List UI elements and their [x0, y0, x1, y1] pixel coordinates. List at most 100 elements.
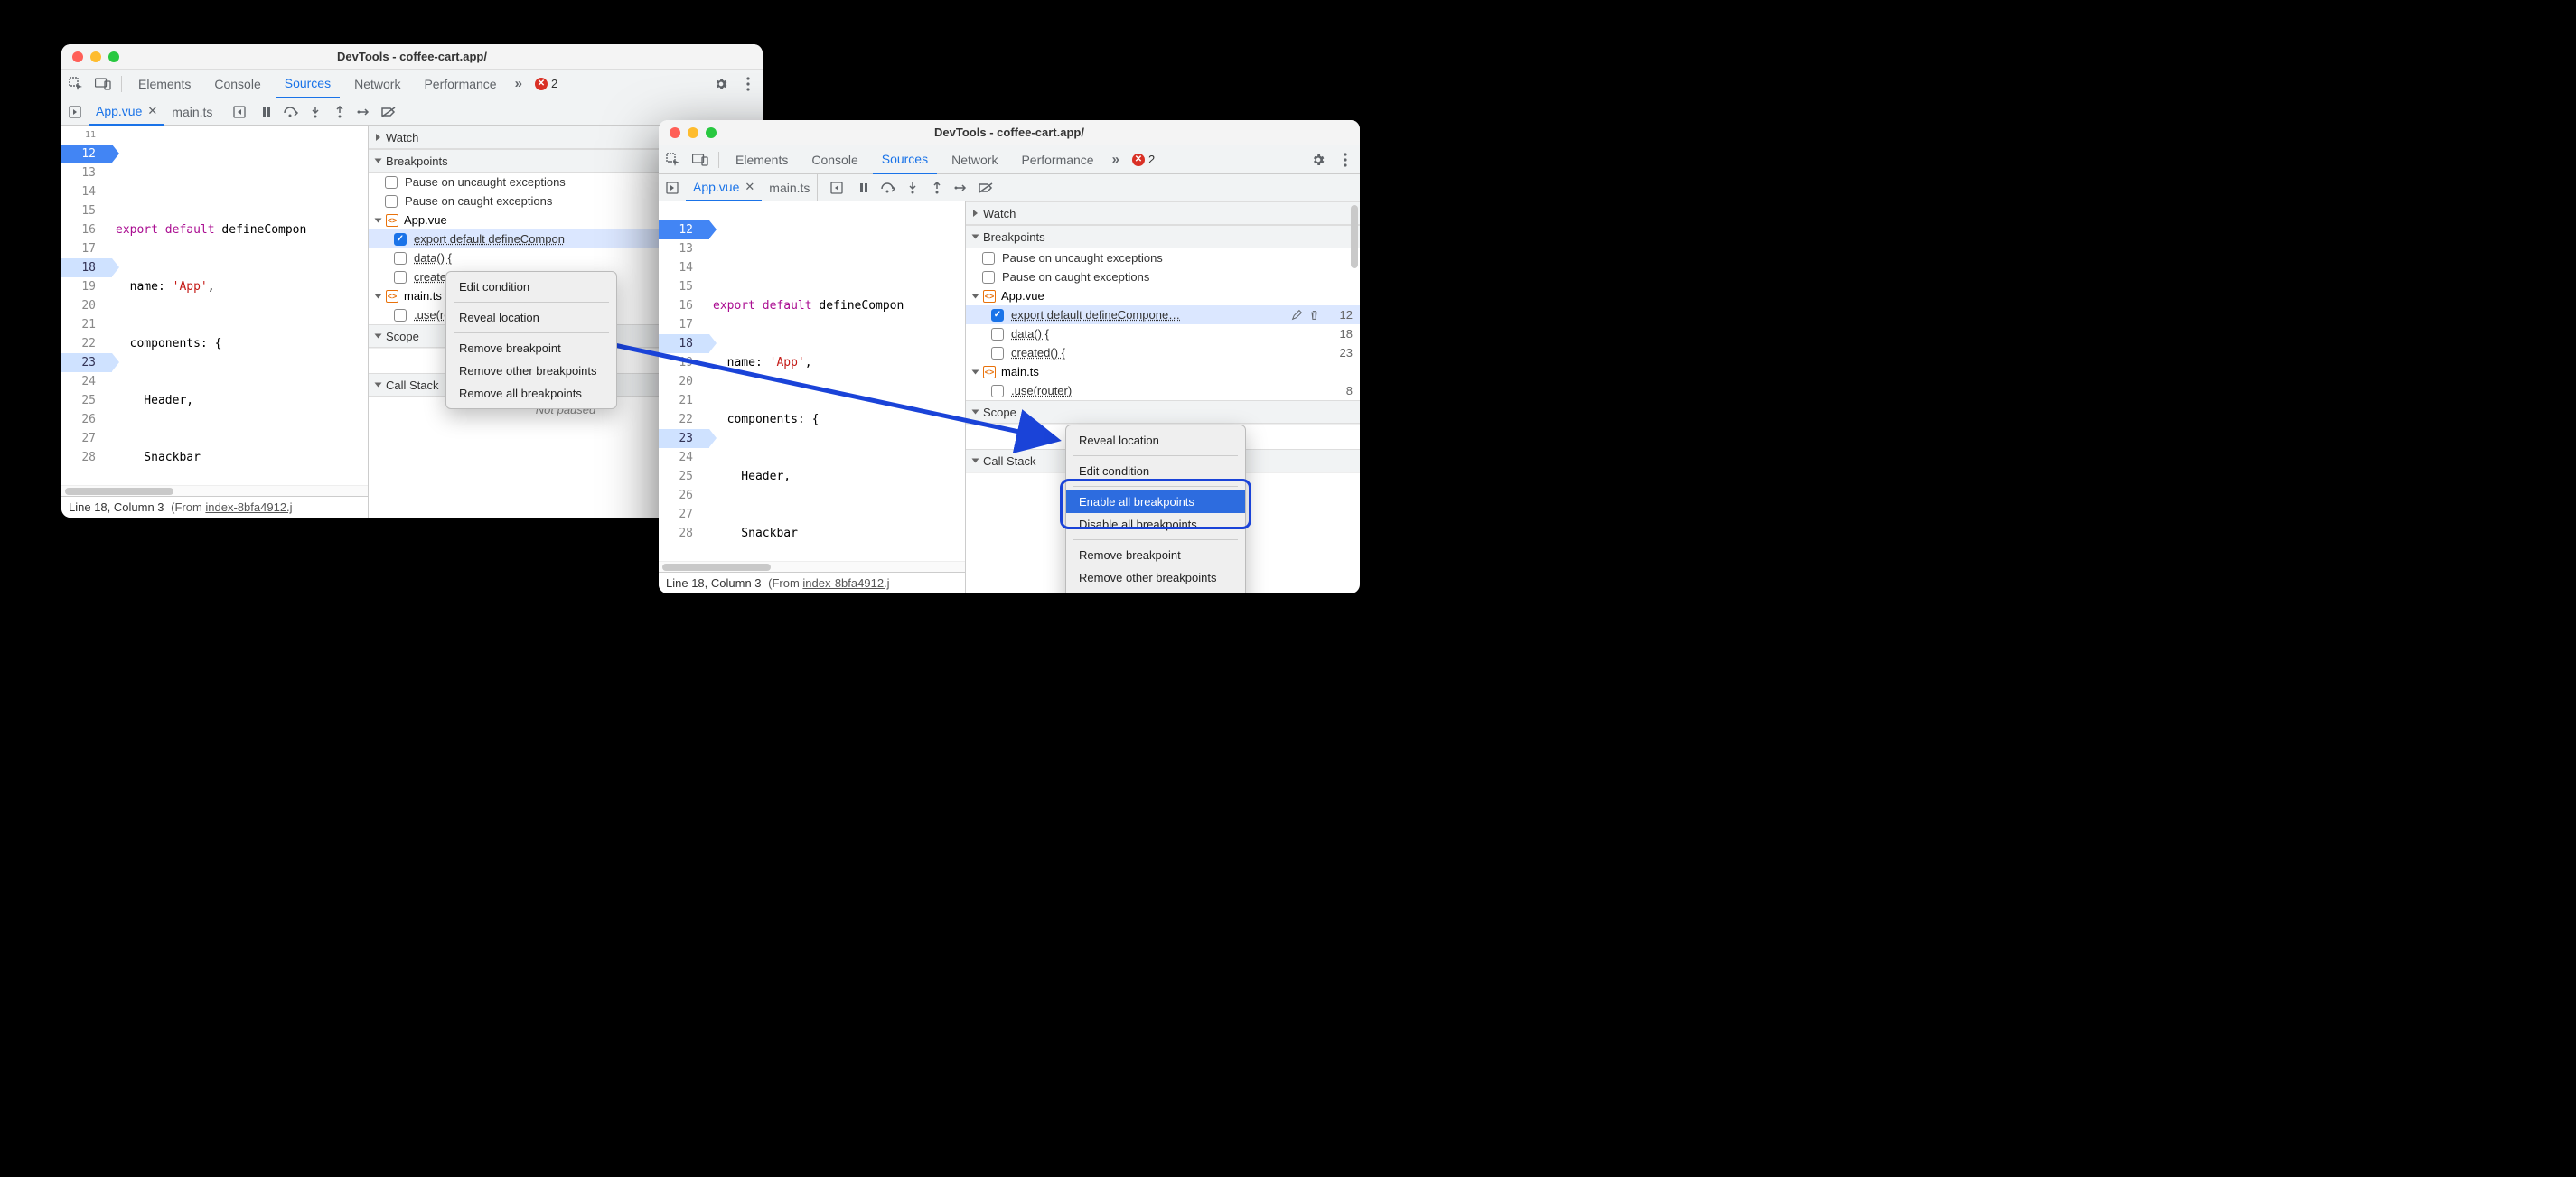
code-editor[interactable]: export default defineCompon name: 'App',… — [709, 201, 965, 561]
show-debugger-icon[interactable] — [827, 178, 847, 198]
line-gutter[interactable]: 11 12 13 14 15 16 17 18 19 20 21 22 23 2… — [61, 126, 112, 485]
kebab-menu-icon[interactable] — [1335, 149, 1356, 171]
ctx-enable-all-breakpoints[interactable]: Enable all breakpoints — [1066, 490, 1245, 513]
checkbox-icon[interactable] — [982, 271, 995, 284]
breakpoint-context-menu[interactable]: Reveal location Edit condition Enable al… — [1065, 425, 1246, 593]
source-map-link[interactable]: index-8bfa4912.j — [205, 500, 292, 514]
tab-network[interactable]: Network — [345, 70, 409, 98]
tab-performance[interactable]: Performance — [415, 70, 505, 98]
breakpoint-marker[interactable]: 23 — [61, 353, 112, 372]
device-mode-icon[interactable] — [92, 73, 114, 95]
zoom-window-button[interactable] — [108, 51, 119, 62]
ctx-reveal-location[interactable]: Reveal location — [446, 306, 616, 329]
ctx-edit-condition[interactable]: Edit condition — [446, 276, 616, 298]
inspect-element-icon[interactable] — [65, 73, 87, 95]
deactivate-breakpoints-icon[interactable] — [378, 102, 399, 122]
ctx-remove-all-breakpoints[interactable]: Remove all breakpoints — [1066, 589, 1245, 593]
watch-section-header[interactable]: Watch — [966, 201, 1360, 225]
breakpoint-item[interactable]: .use(router)8 — [966, 381, 1360, 400]
checkbox-icon[interactable] — [982, 252, 995, 265]
step-into-icon[interactable] — [304, 102, 326, 122]
inspect-element-icon[interactable] — [662, 149, 684, 171]
show-debugger-icon[interactable] — [229, 102, 249, 122]
checkbox-icon[interactable] — [385, 195, 398, 208]
ctx-remove-other-breakpoints[interactable]: Remove other breakpoints — [446, 360, 616, 382]
horizontal-scrollbar[interactable] — [659, 561, 965, 572]
show-navigator-icon[interactable] — [65, 102, 85, 122]
checkbox-icon[interactable] — [394, 309, 407, 322]
settings-gear-icon[interactable] — [1307, 149, 1329, 171]
ctx-remove-breakpoint[interactable]: Remove breakpoint — [1066, 544, 1245, 566]
step-over-icon[interactable] — [280, 102, 302, 122]
scope-section-header[interactable]: Scope — [966, 400, 1360, 424]
breakpoint-item[interactable]: export default defineCompone… 12 — [966, 305, 1360, 324]
breakpoint-item[interactable]: data() {18 — [966, 324, 1360, 343]
titlebar[interactable]: DevTools - coffee-cart.app/ — [61, 44, 763, 70]
breakpoint-marker[interactable]: 12 — [659, 220, 709, 239]
close-tab-icon[interactable]: ✕ — [147, 104, 157, 118]
tab-sources[interactable]: Sources — [873, 145, 937, 174]
step-out-icon[interactable] — [329, 102, 351, 122]
source-map-link[interactable]: index-8bfa4912.j — [802, 576, 889, 590]
ctx-remove-breakpoint[interactable]: Remove breakpoint — [446, 337, 616, 360]
vertical-scrollbar[interactable] — [1351, 205, 1358, 268]
ctx-reveal-location[interactable]: Reveal location — [1066, 429, 1245, 452]
kebab-menu-icon[interactable] — [737, 73, 759, 95]
error-counter[interactable]: ✕ 2 — [531, 77, 561, 90]
tab-performance[interactable]: Performance — [1012, 145, 1102, 174]
step-icon[interactable] — [951, 178, 972, 198]
checkbox-icon[interactable] — [394, 233, 407, 246]
ctx-edit-condition[interactable]: Edit condition — [1066, 460, 1245, 482]
breakpoint-context-menu[interactable]: Edit condition Reveal location Remove br… — [445, 271, 617, 409]
close-tab-icon[interactable]: ✕ — [745, 180, 754, 194]
breakpoint-file-group[interactable]: <>main.ts — [966, 362, 1360, 381]
breakpoint-item[interactable]: created() {23 — [966, 343, 1360, 362]
more-tabs-icon[interactable]: » — [511, 76, 526, 91]
edit-breakpoint-icon[interactable] — [1291, 309, 1303, 321]
close-window-button[interactable] — [72, 51, 83, 62]
delete-breakpoint-icon[interactable] — [1308, 309, 1320, 321]
pause-script-icon[interactable] — [853, 178, 875, 198]
close-window-button[interactable] — [670, 127, 680, 138]
ctx-remove-other-breakpoints[interactable]: Remove other breakpoints — [1066, 566, 1245, 589]
titlebar[interactable]: DevTools - coffee-cart.app/ — [659, 120, 1360, 145]
pause-uncaught-checkbox-row[interactable]: Pause on uncaught exceptions — [966, 248, 1360, 267]
deactivate-breakpoints-icon[interactable] — [975, 178, 997, 198]
breakpoint-marker[interactable]: 12 — [61, 145, 112, 163]
checkbox-icon[interactable] — [991, 328, 1004, 341]
breakpoints-section-header[interactable]: Breakpoints — [966, 225, 1360, 248]
tab-console[interactable]: Console — [802, 145, 866, 174]
tab-console[interactable]: Console — [205, 70, 269, 98]
checkbox-icon[interactable] — [991, 347, 1004, 360]
minimize-window-button[interactable] — [90, 51, 101, 62]
more-tabs-icon[interactable]: » — [1109, 152, 1123, 167]
tab-elements[interactable]: Elements — [726, 145, 797, 174]
pause-script-icon[interactable] — [256, 102, 277, 122]
code-editor[interactable]: export default defineCompon name: 'App',… — [112, 126, 368, 485]
checkbox-icon[interactable] — [385, 176, 398, 189]
file-tab-app-vue[interactable]: App.vue ✕ — [89, 98, 164, 126]
error-counter[interactable]: ✕ 2 — [1129, 153, 1158, 166]
device-mode-icon[interactable] — [689, 149, 711, 171]
step-over-icon[interactable] — [877, 178, 899, 198]
checkbox-icon[interactable] — [991, 309, 1004, 322]
tab-elements[interactable]: Elements — [129, 70, 200, 98]
checkbox-icon[interactable] — [394, 252, 407, 265]
show-navigator-icon[interactable] — [662, 178, 682, 198]
file-tab-app-vue[interactable]: App.vue ✕ — [686, 174, 762, 201]
breakpoint-marker[interactable]: 18 — [659, 334, 709, 353]
step-out-icon[interactable] — [926, 178, 948, 198]
checkbox-icon[interactable] — [394, 271, 407, 284]
breakpoint-file-group[interactable]: <>App.vue — [966, 286, 1360, 305]
tab-sources[interactable]: Sources — [276, 70, 340, 98]
pause-caught-checkbox-row[interactable]: Pause on caught exceptions — [966, 267, 1360, 286]
settings-gear-icon[interactable] — [710, 73, 732, 95]
breakpoint-marker[interactable]: 18 — [61, 258, 112, 277]
horizontal-scrollbar[interactable] — [61, 485, 368, 496]
breakpoint-marker[interactable]: 23 — [659, 429, 709, 448]
tab-network[interactable]: Network — [942, 145, 1007, 174]
ctx-remove-all-breakpoints[interactable]: Remove all breakpoints — [446, 382, 616, 405]
zoom-window-button[interactable] — [706, 127, 717, 138]
minimize-window-button[interactable] — [688, 127, 698, 138]
checkbox-icon[interactable] — [991, 385, 1004, 397]
